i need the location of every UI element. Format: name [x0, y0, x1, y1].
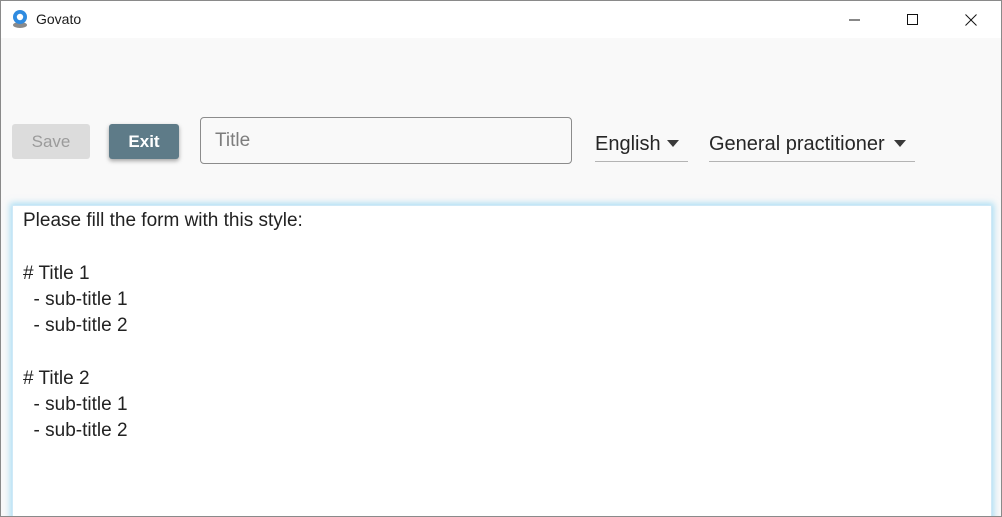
editor-line: - sub-title 2: [23, 315, 128, 337]
minimize-button[interactable]: [826, 1, 884, 38]
editor-line: - sub-title 1: [23, 394, 128, 416]
editor-line: - sub-title 2: [23, 420, 128, 442]
exit-button[interactable]: Exit: [109, 124, 179, 159]
role-dropdown-value: General practitioner: [709, 133, 885, 155]
language-dropdown[interactable]: English: [595, 127, 688, 162]
app-logo-icon: [13, 10, 27, 28]
chevron-down-icon: [894, 140, 906, 147]
maximize-icon: [907, 13, 918, 25]
editor-line: # Title 1: [23, 262, 90, 284]
chevron-down-icon: [667, 140, 679, 147]
close-button[interactable]: [942, 1, 1000, 38]
title-bar[interactable]: Govato: [1, 1, 1001, 38]
prompt-text-area[interactable]: Please fill the form with this style: # …: [12, 205, 992, 516]
title-input[interactable]: [200, 117, 572, 164]
window-title: Govato: [36, 11, 82, 27]
close-icon: [965, 13, 977, 26]
app-window: Govato Save Exit English General practit…: [0, 0, 1002, 517]
editor-line: # Title 2: [23, 367, 90, 389]
editor-line: - sub-title 1: [23, 288, 128, 310]
language-dropdown-value: English: [595, 133, 661, 155]
role-dropdown[interactable]: General practitioner: [709, 127, 915, 162]
minimize-icon: [849, 19, 860, 20]
save-button[interactable]: Save: [12, 124, 90, 159]
maximize-button[interactable]: [884, 1, 942, 38]
editor-line: Please fill the form with this style:: [23, 210, 303, 231]
